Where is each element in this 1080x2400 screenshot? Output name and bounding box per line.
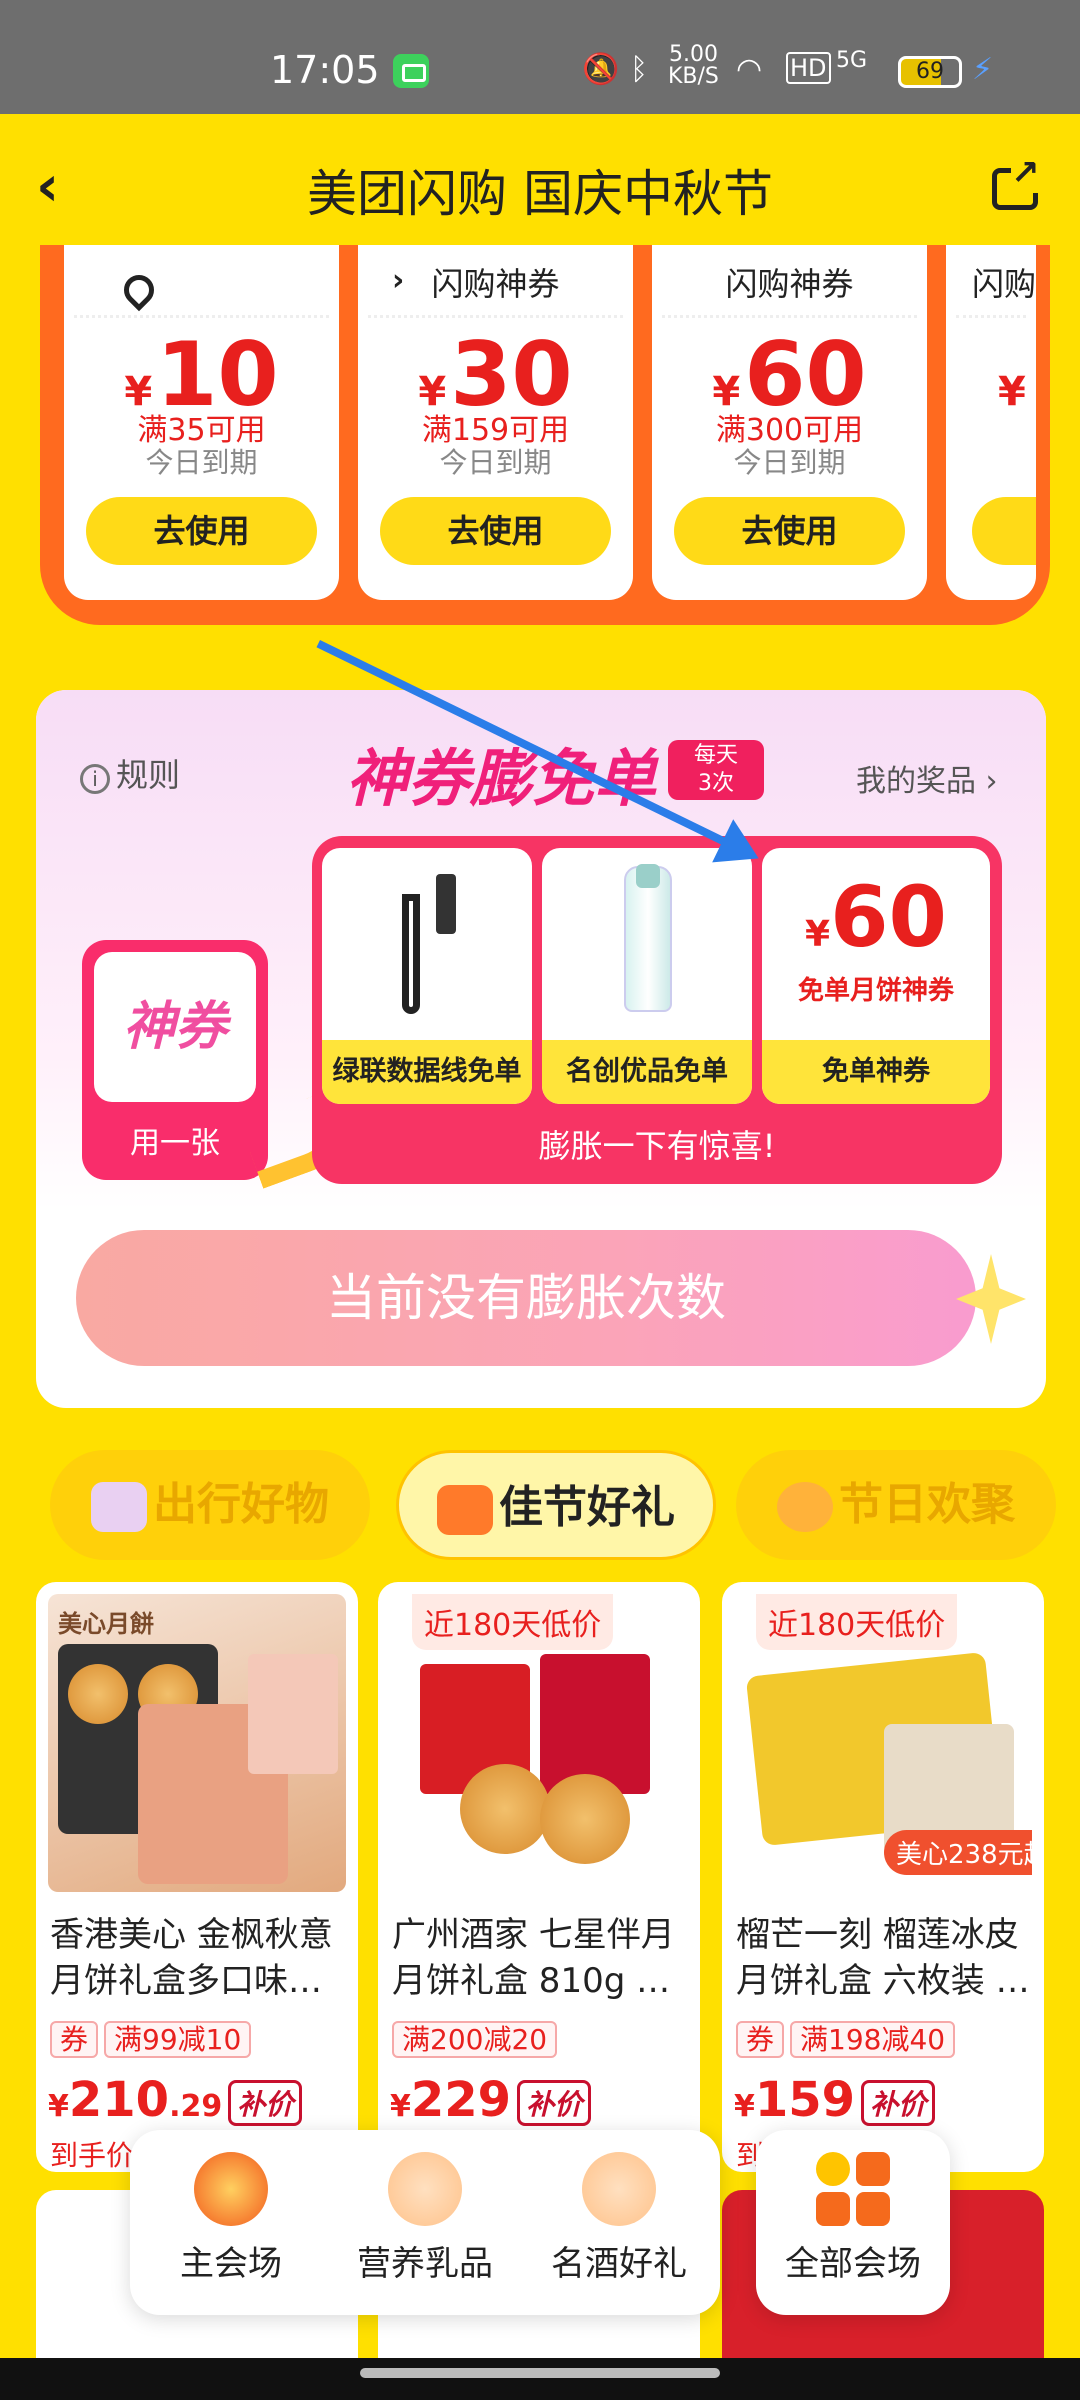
voucher-card[interactable]: 神券 用一张 — [82, 940, 268, 1180]
reward-label: 免单神券 — [762, 1040, 990, 1104]
status-bar: 17:05 🔕 ᛒ 5.00 KB/S ◠ HD 5G 69 ⚡ — [0, 0, 1080, 114]
reward-amount: ¥60 — [805, 868, 947, 966]
coupon-card: › 闪购神券 ¥30 满159可用 今日到期 去使用 — [358, 245, 633, 600]
coupon-label: 闪购 — [972, 265, 1036, 303]
reward-item[interactable]: 名创优品免单 — [542, 848, 752, 1104]
coupon-expiry: 今日到期 — [439, 446, 552, 479]
product-card[interactable]: 近180天低价 美心238元起 榴芒一刻 榴莲冰皮月饼礼盒 六枚装 … 券满19… — [722, 1582, 1044, 2172]
product-card[interactable]: 美心月餅 香港美心 金枫秋意月饼礼盒多口味… 券满99减10 ¥210.29 补价… — [36, 1582, 358, 2172]
usb-cable-image — [402, 874, 462, 1014]
daily-limit-badge: 每天 3次 — [668, 740, 764, 800]
promo-tags: 满200减20 — [392, 2018, 563, 2058]
network-speed: 5.00 KB/S — [668, 42, 719, 89]
nav-dairy[interactable]: 营养乳品 — [330, 2152, 520, 2285]
low-price-tag: 近180天低价 — [412, 1594, 614, 1650]
reward-sub: 免单月饼神券 — [797, 976, 954, 1006]
plane-icon — [91, 1482, 147, 1532]
coupon-expiry: 今日到期 — [145, 446, 258, 479]
reward-label: 名创优品免单 — [542, 1040, 752, 1104]
coupon-label: 闪购神券 — [431, 265, 560, 303]
all-venues-nav: 全部会场 — [756, 2130, 950, 2315]
surprise-text: 膨胀一下有惊喜! — [538, 1127, 776, 1165]
product-card[interactable]: 近180天低价 广州酒家 七星伴月月饼礼盒 810g … 满200减20 ¥22… — [378, 1582, 700, 2172]
use-coupon-button[interactable]: 去使用 — [380, 497, 611, 565]
coupon-card: ¥10 满35可用 今日到期 去使用 — [64, 245, 339, 600]
bluetooth-icon: ᛒ — [630, 52, 648, 87]
use-coupon-button[interactable]: 去使用 — [674, 497, 905, 565]
product-name: 广州酒家 七星伴月月饼礼盒 810g … — [392, 1915, 675, 2001]
gift-icon — [437, 1485, 493, 1535]
use-coupon-button[interactable]: 去使用 — [86, 497, 317, 565]
nav-liquor[interactable]: 名酒好礼 — [524, 2152, 714, 2285]
coupon-amount: ¥ — [998, 369, 1026, 415]
product-price: ¥159 补价 — [734, 2072, 936, 2128]
reward-frame: 绿联数据线免单 名创优品免单 ¥60 免单月饼神券 免单神券 膨胀一下有惊喜! — [312, 836, 1002, 1184]
reward-item[interactable]: 绿联数据线免单 — [322, 848, 532, 1104]
coupon-card: 闪购神券 ¥60 满300可用 今日到期 去使用 — [652, 245, 927, 600]
bottom-nav: 主会场 营养乳品 名酒好礼 — [130, 2130, 720, 2315]
product-name: 榴芒一刻 榴莲冰皮月饼礼盒 六枚装 … — [736, 1915, 1030, 2001]
store-promo-tag: 美心238元起 — [884, 1830, 1032, 1875]
info-icon: i — [80, 764, 110, 794]
promo-panel: i 规则 神券膨免单 每天 3次 我的奖品 › 神券 用一张 绿联数据线免单 名创优… — [36, 690, 1046, 1408]
inflate-button[interactable]: 当前没有膨胀次数 — [76, 1230, 976, 1366]
low-price-tag: 近180天低价 — [756, 1594, 958, 1650]
header: ‹ 美团闪购 国庆中秋节 — [0, 114, 1080, 250]
product-image: 美心月餅 — [48, 1594, 346, 1892]
promo-tags: 券满99减10 — [50, 2018, 257, 2058]
battery-icon: 69 — [898, 56, 962, 88]
share-icon[interactable] — [992, 153, 1040, 210]
hd-badge: HD — [786, 52, 831, 84]
product-image: 近180天低价 美心238元起 — [734, 1594, 1032, 1892]
milk-icon — [388, 2152, 462, 2226]
product-price: ¥229 补价 — [390, 2072, 592, 2128]
nav-main-venue[interactable]: 主会场 — [136, 2152, 326, 2285]
tab-festival-gifts[interactable]: 佳节好礼 — [396, 1450, 716, 1560]
rules-link[interactable]: i 规则 — [80, 750, 180, 796]
grid-icon — [816, 2152, 890, 2226]
home-icon — [194, 2152, 268, 2226]
arrival-price-label: 到手价 — [50, 2139, 135, 2172]
my-prizes-link[interactable]: 我的奖品 › — [856, 756, 998, 800]
message-app-icon — [393, 54, 429, 88]
charging-icon: ⚡ — [972, 52, 994, 87]
product-image: 近180天低价 — [390, 1594, 688, 1892]
reward-item[interactable]: ¥60 免单月饼神券 免单神券 — [762, 848, 990, 1104]
promo-title: 神券膨免单 — [346, 742, 657, 815]
tab-holiday-party[interactable]: 节日欢聚 — [736, 1450, 1056, 1560]
reward-label: 绿联数据线免单 — [322, 1040, 532, 1104]
product-name: 香港美心 金枫秋意月饼礼盒多口味… — [50, 1915, 333, 2001]
status-time: 17:05 — [270, 48, 380, 92]
moon-icon — [777, 1482, 833, 1532]
page-title: 美团闪购 国庆中秋节 — [307, 165, 773, 223]
nav-all-venues[interactable]: 全部会场 — [758, 2152, 948, 2285]
promo-tags: 券满198减40 — [736, 2018, 961, 2058]
location-icon — [117, 268, 161, 312]
wine-icon — [582, 2152, 656, 2226]
coupon-label: 闪购神券 — [725, 265, 854, 303]
home-indicator — [0, 2358, 1080, 2400]
coupon-expiry: 今日到期 — [733, 446, 846, 479]
use-coupon-button[interactable] — [972, 497, 1036, 565]
spray-bottle-image — [624, 864, 672, 1012]
tab-travel[interactable]: 出行好物 — [50, 1450, 370, 1560]
wifi-icon: ◠ — [736, 52, 763, 87]
mute-icon: 🔕 — [582, 52, 620, 87]
signal-icon: 5G — [836, 48, 868, 73]
product-price: ¥210.29 补价 — [48, 2072, 303, 2128]
voucher-title: 神券 — [94, 952, 256, 1102]
coupon-card: 闪购 ¥ — [946, 245, 1036, 600]
